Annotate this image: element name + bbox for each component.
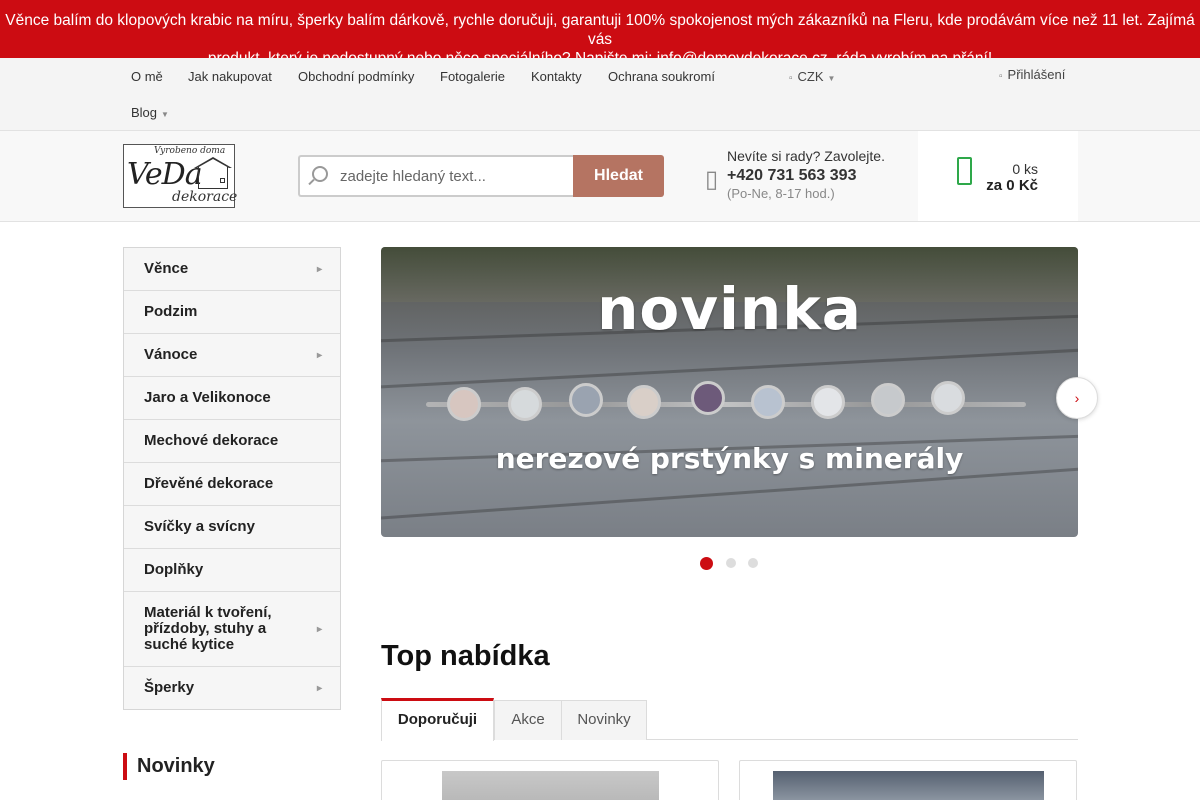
sidebar-item-drevene[interactable]: Dřevěné dekorace xyxy=(124,463,340,506)
announcement-bar: Věnce balím do klopových krabic na míru,… xyxy=(0,0,1200,67)
top-offer-heading: Top nabídka xyxy=(381,640,550,672)
login-label: Přihlášení xyxy=(1007,67,1066,82)
tab-novinky[interactable]: Novinky xyxy=(561,700,647,740)
slider-dot-1[interactable] xyxy=(700,557,713,570)
nav-link-jak-nakupovat[interactable]: Jak nakupovat xyxy=(188,69,272,84)
sidebar-item-label: Dřevěné dekorace xyxy=(144,475,274,492)
phone-icon: ▯ xyxy=(705,166,719,193)
currency-selector[interactable]: ▫ CZK ▼ xyxy=(789,69,835,84)
sidebar-item-jaro[interactable]: Jaro a Velikonoce xyxy=(124,377,340,420)
contact-phone[interactable]: +420 731 563 393 xyxy=(727,167,885,185)
sidebar-item-label: Svíčky a svícny xyxy=(144,518,255,535)
banner-subtitle: nerezové prstýnky s minerály xyxy=(495,442,964,475)
logo-subtitle: dekorace xyxy=(172,189,238,205)
contact-hours: (Po-Ne, 8-17 hod.) xyxy=(727,186,835,201)
slider-dot-3[interactable] xyxy=(748,558,758,568)
sidebar-item-doplnky[interactable]: Doplňky xyxy=(124,549,340,592)
chevron-right-icon: ▸ xyxy=(316,683,322,694)
search-button[interactable]: Hledat xyxy=(573,155,664,197)
contact-info: Nevíte si rady? Zavolejte. +420 731 563 … xyxy=(727,148,885,201)
nav-link-o-me[interactable]: O mě xyxy=(131,69,163,84)
product-card[interactable] xyxy=(739,760,1077,800)
nav-link-blog[interactable]: Blog ▼ xyxy=(131,105,169,120)
sidebar-item-label: Šperky xyxy=(144,679,195,696)
cart-widget[interactable]: 0 ks za 0 Kč xyxy=(918,131,1078,221)
tab-doporucuji[interactable]: Doporučuji xyxy=(381,698,494,741)
cart-total: za 0 Kč xyxy=(986,177,1038,194)
chevron-right-icon: › xyxy=(1074,390,1080,406)
site-header: Vyrobeno doma VeDa dekorace Hledat ▯ Nev… xyxy=(0,131,1200,222)
chevron-right-icon: ▸ xyxy=(316,350,322,361)
tab-akce[interactable]: Akce xyxy=(494,700,562,740)
nav-link-kontakty[interactable]: Kontakty xyxy=(531,69,582,84)
nav-link-obchodni-podminky[interactable]: Obchodní podmínky xyxy=(298,69,414,84)
chevron-down-icon: ▼ xyxy=(161,110,169,119)
category-sidebar: Věnce ▸ Podzim Vánoce ▸ Jaro a Velikonoce … xyxy=(123,247,341,710)
sidebar-item-material[interactable]: Materiál k tvoření, přízdoby, stuhy a su… xyxy=(124,592,340,667)
contact-question: Nevíte si rady? Zavolejte. xyxy=(727,148,885,164)
login-link[interactable]: ▫ Přihlášení xyxy=(999,67,1065,82)
site-logo[interactable]: Vyrobeno doma VeDa dekorace xyxy=(123,144,238,208)
chevron-down-icon: ▼ xyxy=(827,74,836,83)
product-image xyxy=(773,771,1044,800)
nav-link-fotogalerie[interactable]: Fotogalerie xyxy=(440,69,505,84)
logo-main-text: VeDa xyxy=(127,157,203,192)
currency-icon: ▫ xyxy=(789,73,793,84)
product-image xyxy=(442,771,659,800)
sidebar-item-podzim[interactable]: Podzim xyxy=(124,291,340,334)
announcement-line-1: Věnce balím do klopových krabic na míru,… xyxy=(5,12,1195,48)
sidebar-item-svicky[interactable]: Svíčky a svícny xyxy=(124,506,340,549)
hero-banner[interactable]: novinka nerezové prstýnky s minerály xyxy=(381,247,1078,537)
sidebar-item-vanoce[interactable]: Vánoce ▸ xyxy=(124,334,340,377)
chevron-right-icon: ▸ xyxy=(316,624,322,635)
sidebar-item-label: Vánoce xyxy=(144,346,198,363)
sidebar-item-label: Materiál k tvoření, přízdoby, stuhy a su… xyxy=(144,604,272,653)
novinky-heading: Novinky xyxy=(123,753,215,780)
chevron-right-icon: ▸ xyxy=(316,264,322,275)
sidebar-item-sperky[interactable]: Šperky ▸ xyxy=(124,667,340,709)
sidebar-item-label: Doplňky xyxy=(144,561,204,578)
top-offer-tabs: Doporučuji Akce Novinky xyxy=(381,698,1078,741)
cart-count: 0 ks xyxy=(1012,161,1038,177)
search-icon xyxy=(312,166,328,182)
product-card[interactable] xyxy=(381,760,719,800)
user-icon: ▫ xyxy=(999,71,1003,82)
slider-next-button[interactable]: › xyxy=(1056,377,1098,419)
search-box xyxy=(298,155,574,197)
sidebar-item-label: Mechové dekorace xyxy=(144,432,279,449)
rings-image xyxy=(433,377,1033,437)
sidebar-item-label: Podzim xyxy=(144,303,198,320)
logo-tagline: Vyrobeno doma xyxy=(154,146,226,156)
nav-link-blog-label: Blog xyxy=(131,105,158,120)
banner-title: novinka xyxy=(597,275,862,343)
sidebar-item-label: Jaro a Velikonoce xyxy=(144,389,271,406)
sidebar-item-label: Věnce xyxy=(144,260,189,277)
top-navigation: O mě Jak nakupovat Obchodní podmínky Fot… xyxy=(0,58,1200,131)
cart-icon xyxy=(957,157,972,185)
nav-link-ochrana-soukromi[interactable]: Ochrana soukromí xyxy=(608,69,715,84)
search-input[interactable] xyxy=(340,165,560,187)
slider-dot-2[interactable] xyxy=(726,558,736,568)
currency-label: CZK xyxy=(797,69,824,84)
sidebar-item-vence[interactable]: Věnce ▸ xyxy=(124,248,340,291)
sidebar-item-mechove[interactable]: Mechové dekorace xyxy=(124,420,340,463)
